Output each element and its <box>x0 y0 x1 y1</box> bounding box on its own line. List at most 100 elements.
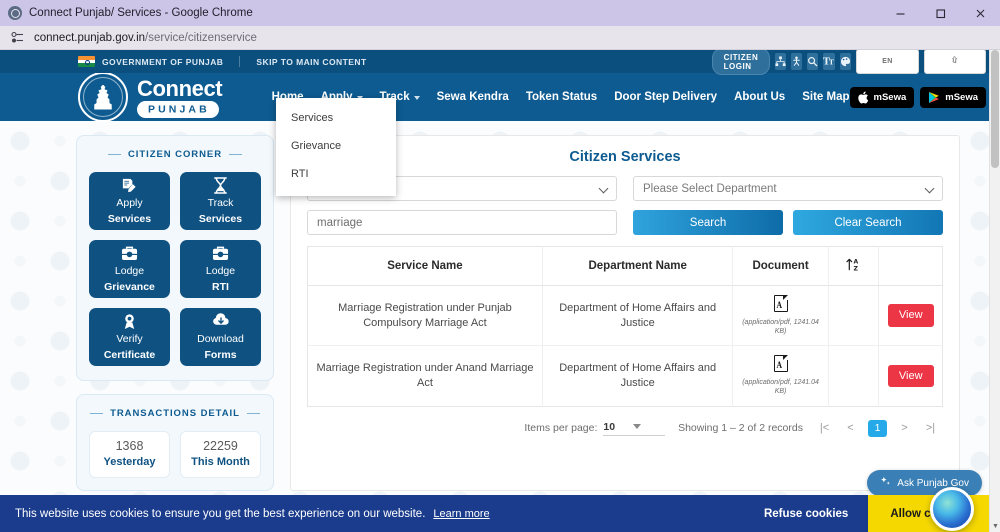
tile-verify-certificate[interactable]: Verify Certificate <box>89 308 170 366</box>
page-button-1[interactable]: 1 <box>868 419 887 437</box>
transactions-cards: 1368 Yesterday 22259 This Month <box>89 431 261 478</box>
chevron-down-icon <box>633 424 642 430</box>
india-flag-icon <box>78 56 95 67</box>
government-label: GOVERNMENT OF PUNJAB <box>102 56 224 67</box>
google-play-icon <box>929 91 940 103</box>
citizen-corner-label: CITIZEN CORNER <box>127 149 223 160</box>
minimize-button[interactable] <box>880 0 920 26</box>
last-page-button[interactable]: >| <box>922 420 939 437</box>
items-per-page-select[interactable]: 10 <box>603 421 666 436</box>
scroll-down-arrow-icon[interactable]: ▼ <box>990 521 1000 532</box>
msewa-android-label: mSewa <box>945 91 978 103</box>
skip-to-main-content-link[interactable]: SKIP TO MAIN CONTENT <box>256 57 366 67</box>
dropdown-item-grievance[interactable]: Grievance <box>276 132 396 160</box>
dropdown-item-services[interactable]: Services <box>276 104 396 132</box>
transactions-detail-label: TRANSACTIONS DETAIL <box>110 408 240 419</box>
nav-item-site-map[interactable]: Site Map <box>802 73 849 121</box>
search-input[interactable]: marriage <box>307 210 617 235</box>
view-button[interactable]: View <box>887 364 934 388</box>
transactions-detail-panel: TRANSACTIONS DETAIL 1368 Yesterday 22259… <box>76 394 274 491</box>
cloud-download-icon <box>212 313 230 330</box>
view-button[interactable]: View <box>887 304 934 328</box>
app-store-buttons: mSewa mSewa <box>849 86 986 108</box>
prev-page-button[interactable]: < <box>842 420 859 437</box>
tile-line2: Services <box>107 212 152 225</box>
site-settings-icon[interactable] <box>10 30 25 45</box>
column-header-service-name[interactable]: Service Name <box>307 246 543 286</box>
title-dash-left <box>107 153 121 156</box>
sort-az-icon[interactable]: AZ <box>845 257 862 272</box>
window-controls <box>880 0 1000 26</box>
close-button[interactable] <box>960 0 1000 26</box>
cell-action: View <box>879 346 943 406</box>
search-button[interactable]: Search <box>633 210 783 235</box>
site-favicon-icon <box>8 6 22 20</box>
pdf-file-icon[interactable] <box>773 294 788 312</box>
tile-lodge-rti[interactable]: Lodge RTI <box>180 240 261 298</box>
theme-palette-icon[interactable] <box>840 53 852 70</box>
citizen-corner-title: CITIZEN CORNER <box>89 149 261 160</box>
search-icon[interactable] <box>807 53 819 70</box>
citizen-login-button[interactable]: CITIZEN LOGIN <box>711 50 771 75</box>
transaction-label: Yesterday <box>103 455 156 468</box>
title-dash-right <box>229 153 243 156</box>
column-header-sort[interactable]: AZ <box>828 246 880 286</box>
column-header-department-name[interactable]: Department Name <box>542 246 734 286</box>
language-en-button[interactable]: EN <box>856 50 919 74</box>
cell-document[interactable]: (application/pdf, 1241.04 KB) <box>732 285 829 347</box>
refuse-cookies-button[interactable]: Refuse cookies <box>744 495 868 532</box>
apply-dropdown-menu: Services Grievance RTI <box>276 98 396 196</box>
top-utility-actions: CITIZEN LOGIN TT EN ਪੰ <box>711 50 986 75</box>
nav-item-about-us[interactable]: About Us <box>734 73 785 121</box>
tile-lodge-grievance[interactable]: Lodge Grievance <box>89 240 170 298</box>
page-scrollbar[interactable]: ▲ ▼ <box>989 50 1000 532</box>
apple-icon <box>857 91 868 103</box>
scrollbar-thumb[interactable] <box>991 50 999 168</box>
browser-tab-title[interactable]: Connect Punjab/ Services - Google Chrome <box>29 7 253 19</box>
site-logo[interactable]: Connect PUNJAB <box>78 72 245 122</box>
cell-department-name: Department of Home Affairs and Justice <box>542 285 734 347</box>
column-header-document[interactable]: Document <box>732 246 829 286</box>
tile-apply-services[interactable]: Apply Services <box>89 172 170 230</box>
pagination-buttons: |< < 1 > >| <box>816 419 939 437</box>
accessibility-icon[interactable] <box>791 53 803 70</box>
government-top-strip: GOVERNMENT OF PUNJAB SKIP TO MAIN CONTEN… <box>0 50 1000 75</box>
sitemap-icon[interactable] <box>775 53 787 70</box>
next-page-button[interactable]: > <box>896 420 913 437</box>
tile-line1: Apply <box>116 197 143 210</box>
nav-item-sewa-kendra[interactable]: Sewa Kendra <box>437 73 509 121</box>
nav-item-token-status[interactable]: Token Status <box>526 73 597 121</box>
nav-label: Token Status <box>525 91 598 103</box>
msewa-android-button[interactable]: mSewa <box>920 86 986 108</box>
department-select[interactable]: Please Select Department <box>633 176 943 201</box>
text-size-icon[interactable]: TT <box>823 53 836 70</box>
pdf-file-icon[interactable] <box>773 354 788 373</box>
dropdown-item-rti[interactable]: RTI <box>276 160 396 188</box>
msewa-ios-button[interactable]: mSewa <box>849 86 915 108</box>
cookie-message: This website uses cookies to ensure you … <box>15 507 426 520</box>
language-punjabi-button[interactable]: ਪੰ <box>923 50 986 74</box>
svg-text:Z: Z <box>853 266 858 272</box>
first-page-button[interactable]: |< <box>816 420 833 437</box>
tile-track-services[interactable]: Track Services <box>180 172 261 230</box>
tile-download-forms[interactable]: Download Forms <box>180 308 261 366</box>
url-text[interactable]: connect.punjab.gov.in/service/citizenser… <box>34 32 257 44</box>
cell-document[interactable]: (application/pdf, 1241.04 KB) <box>732 345 829 407</box>
browser-url-bar[interactable]: connect.punjab.gov.in/service/citizenser… <box>0 26 1000 50</box>
tile-line1: Lodge <box>114 265 145 278</box>
tile-line2: Grievance <box>104 280 155 293</box>
briefcase-icon <box>212 245 229 262</box>
cell-empty <box>828 345 880 407</box>
document-meta: (application/pdf, 1241.04 KB) <box>742 318 819 335</box>
clear-search-button[interactable]: Clear Search <box>793 210 943 235</box>
column-header-action <box>878 246 943 286</box>
assistant-orb-icon[interactable] <box>930 487 974 531</box>
tile-line2: Services <box>198 212 243 225</box>
cookie-learn-more-link[interactable]: Learn more <box>433 508 489 520</box>
brand-punjab-text: PUNJAB <box>137 100 219 118</box>
nav-item-door-step-delivery[interactable]: Door Step Delivery <box>614 73 717 121</box>
citizen-corner-tiles: Apply Services Track Services Lodge Grie… <box>89 172 261 366</box>
punjab-emblem-icon <box>78 72 128 122</box>
tile-line2: RTI <box>212 280 229 293</box>
maximize-button[interactable] <box>920 0 960 26</box>
